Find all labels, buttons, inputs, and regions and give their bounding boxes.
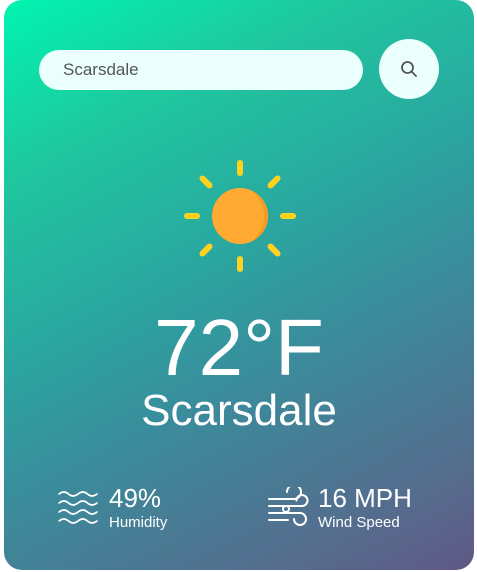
sun-icon bbox=[184, 160, 296, 272]
wind-speed-value: 16 MPH bbox=[318, 483, 412, 513]
wind-speed-label: Wind Speed bbox=[318, 514, 400, 531]
wind-icon bbox=[268, 487, 309, 526]
weather-card: 72°F Scarsdale 49% Humidity 16 MPH Wind … bbox=[4, 0, 474, 570]
temperature-value: 72°F bbox=[154, 303, 324, 392]
city-search-input[interactable] bbox=[39, 50, 363, 90]
humidity-value: 49% bbox=[109, 483, 162, 513]
humidity-label: Humidity bbox=[109, 514, 168, 531]
city-name: Scarsdale bbox=[141, 386, 337, 435]
humidity-icon bbox=[58, 491, 98, 524]
search-button[interactable] bbox=[379, 39, 439, 99]
search-icon bbox=[401, 61, 417, 77]
